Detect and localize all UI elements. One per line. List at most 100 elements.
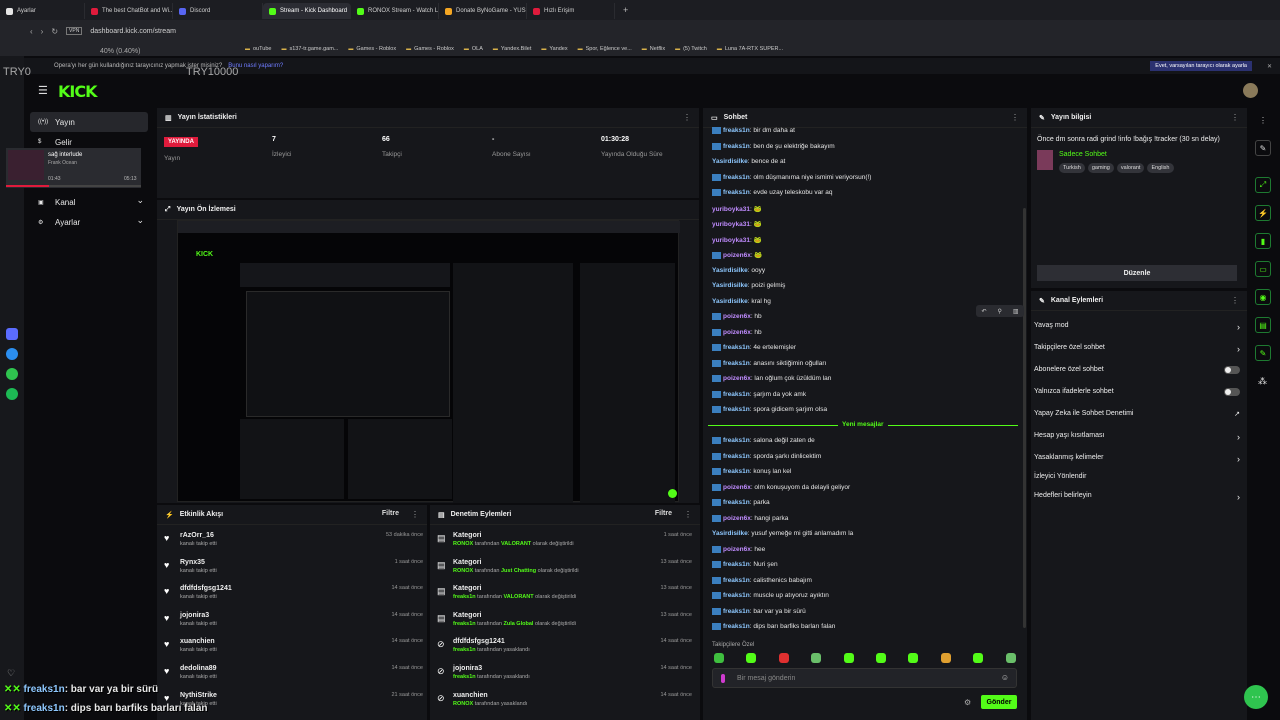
bookmark-item[interactable]: OLA — [464, 46, 483, 52]
whatsapp-icon[interactable] — [6, 368, 18, 380]
channel-action-item[interactable]: Abonelere özel sohbet — [1034, 366, 1240, 374]
chat-message[interactable]: freaks1n: muscle up atıyoruz ayıktın — [712, 592, 829, 599]
browser-tab[interactable]: Discord — [173, 3, 263, 19]
chat-menu-icon[interactable]: ⋮ — [1011, 113, 1019, 122]
preview-video[interactable]: KICK — [177, 220, 680, 503]
chat-username[interactable]: freaks1n — [723, 189, 750, 196]
emote-icon[interactable] — [746, 653, 757, 663]
rail-broadcast-icon[interactable]: ◉ — [1255, 289, 1271, 305]
chat-username[interactable]: freaks1n — [723, 468, 750, 475]
chat-message[interactable]: freaks1n: parka — [712, 499, 770, 506]
chat-username[interactable]: freaks1n — [723, 406, 750, 413]
chat-message[interactable]: freaks1n: bar var ya bir sürü — [712, 607, 806, 615]
chat-message[interactable]: Yasirdisilke: kral hg — [712, 298, 771, 305]
emoji-icon[interactable]: ☺ — [1001, 673, 1009, 682]
chat-settings-icon[interactable]: ⚙ — [964, 698, 971, 707]
category-name[interactable]: Sadece Sohbet — [1059, 151, 1107, 158]
chat-message[interactable]: poizen6x: hb — [712, 313, 762, 320]
rail-bolt-icon[interactable]: ⚡ — [1255, 205, 1271, 221]
kick-logo[interactable]: KICK — [58, 82, 97, 101]
stream-tag[interactable]: valorant — [1116, 163, 1145, 173]
emote-icon[interactable] — [843, 653, 854, 663]
set-default-button[interactable]: Evet, varsayılan tarayıcı olarak ayarla — [1150, 61, 1252, 71]
forward-icon[interactable]: › — [41, 27, 44, 36]
delete-icon[interactable]: ▥ — [1013, 308, 1019, 315]
chat-message[interactable]: poizen6x: lan oğlum çok üzüldüm lan — [712, 375, 831, 382]
chat-scrollbar[interactable] — [1023, 208, 1026, 628]
activity-user[interactable]: jojonira3 — [180, 612, 423, 619]
chat-message[interactable]: freaks1n: 4e ertelemişler — [712, 344, 796, 351]
chat-username[interactable]: yuriboyka31 — [712, 237, 750, 244]
moderation-filter-button[interactable]: Filtre — [655, 510, 672, 517]
close-icon[interactable]: ✕ — [1267, 63, 1272, 70]
bookmark-item[interactable]: Netflix — [642, 46, 665, 52]
chat-username[interactable]: poizen6x — [723, 515, 751, 522]
chat-username[interactable]: freaks1n — [723, 561, 750, 568]
bookmark-item[interactable]: (5) Twitch — [675, 46, 707, 52]
avatar[interactable] — [1243, 83, 1258, 98]
chat-username[interactable]: freaks1n — [723, 391, 750, 398]
chat-username[interactable]: freaks1n — [723, 344, 750, 351]
aria-icon[interactable] — [6, 328, 18, 340]
activity-filter-button[interactable]: Filtre — [382, 510, 399, 517]
chat-username[interactable]: freaks1n — [723, 127, 750, 134]
chat-message[interactable]: freaks1n: spora gidicem şarjım olsa — [712, 406, 827, 413]
moderation-actor[interactable]: freaks1n — [453, 621, 476, 627]
bookmark-item[interactable]: s137-tr.game.gam... — [281, 46, 338, 52]
send-button[interactable]: Gönder — [981, 695, 1017, 709]
browser-tab[interactable]: Stream - Kick Dashboard — [263, 3, 351, 19]
bookmark-item[interactable]: Yandex.Bilet — [493, 46, 531, 52]
url-field[interactable]: dashboard.kick.com/stream — [90, 28, 176, 35]
chat-message[interactable]: Yasirdisilke: ooyy — [712, 267, 765, 274]
mini-player-progress[interactable] — [6, 185, 141, 187]
spotify-icon[interactable] — [6, 388, 18, 400]
messenger-icon[interactable] — [6, 348, 18, 360]
channel-action-item[interactable]: Yasaklanmış kelimeler › — [1034, 454, 1240, 464]
moderation-menu-icon[interactable]: ⋮ — [684, 510, 692, 519]
rail-tool-icon[interactable]: ✎ — [1255, 345, 1271, 361]
activity-user[interactable]: dedolina89 — [180, 665, 423, 672]
emote-icon[interactable] — [876, 653, 886, 663]
menu-icon[interactable]: ☰ — [38, 84, 48, 97]
activity-user[interactable]: Rynx35 — [180, 559, 423, 566]
chat-message[interactable]: freaks1n: Nuri şen — [712, 561, 778, 568]
info-menu-icon[interactable]: ⋮ — [1231, 113, 1239, 122]
channel-action-item[interactable]: Yalnızca ifadelerle sohbet — [1034, 388, 1240, 396]
chat-message[interactable]: poizen6x: hangi parka — [712, 514, 788, 522]
chat-username[interactable]: Yasirdisilke — [712, 298, 748, 305]
chat-username[interactable]: poizen6x — [723, 329, 751, 336]
activity-user[interactable]: NythiStrike — [180, 692, 423, 699]
chat-username[interactable]: freaks1n — [723, 143, 750, 150]
chat-message[interactable]: Yasirdisilke: bence de at — [712, 158, 785, 165]
chat-message[interactable]: freaks1n: ben de şu elektriğe bakayım — [712, 142, 835, 150]
bookmark-item[interactable]: Yandex — [541, 46, 567, 52]
channel-action-item[interactable]: Takipçilere özel sohbet › — [1034, 344, 1240, 354]
bookmark-item[interactable]: Games - Roblox — [348, 46, 396, 52]
moderation-actor[interactable]: RONOX — [453, 701, 473, 707]
chat-username[interactable]: poizen6x — [723, 484, 751, 491]
chat-input[interactable]: Bir mesaj gönderin — [737, 675, 795, 682]
activity-user[interactable]: xuanchien — [180, 638, 423, 645]
moderation-actor[interactable]: RONOX — [453, 541, 473, 547]
chat-message[interactable]: freaks1n: evde uzay teleskobu var aq — [712, 189, 833, 196]
heart-icon[interactable]: ♡ — [7, 668, 15, 679]
pin-icon[interactable]: ⚲ — [997, 308, 1001, 315]
channel-action-item[interactable]: Hedefleri belirleyin › — [1034, 492, 1240, 502]
emote-icon[interactable] — [940, 653, 951, 663]
chat-username[interactable]: freaks1n — [723, 623, 750, 630]
chat-username[interactable]: Yasirdisilke — [712, 530, 748, 537]
rail-more-icon[interactable]: ⋮ — [1255, 112, 1271, 128]
channel-action-item[interactable]: Yavaş mod › — [1034, 322, 1240, 332]
chat-username[interactable]: Yasirdisilke — [712, 267, 748, 274]
stream-tag[interactable]: gaming — [1087, 163, 1114, 173]
chat-username[interactable]: freaks1n — [723, 453, 750, 460]
chat-message[interactable]: freaks1n: calisthenics babajım — [712, 576, 812, 584]
chat-username[interactable]: yuriboyka31 — [712, 221, 750, 228]
sidebar-item-2[interactable]: ▣ Kanal ⌄ — [30, 192, 148, 212]
chat-message[interactable]: freaks1n: olm düşmanıma niye ismimi veri… — [712, 173, 871, 181]
vpn-badge[interactable]: VPN — [66, 27, 83, 35]
chat-message[interactable]: freaks1n: konuş lan kel — [712, 468, 791, 475]
chat-message[interactable]: freaks1n: sporda şarkı dinlicektim — [712, 452, 821, 460]
moderation-actor[interactable]: freaks1n — [453, 647, 476, 653]
chat-message[interactable]: Yasirdisilke: poizi gelmiş — [712, 282, 785, 289]
